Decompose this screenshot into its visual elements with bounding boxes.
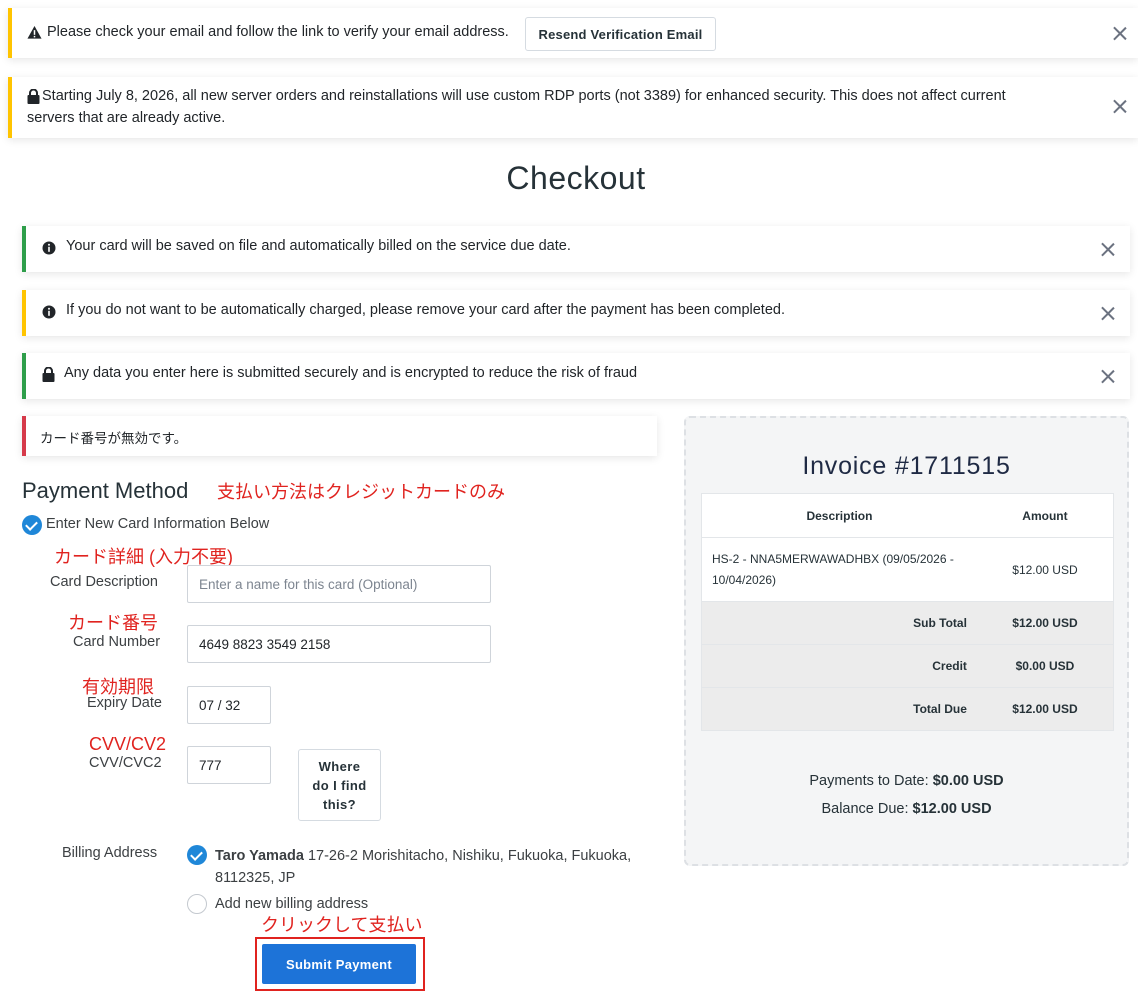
close-icon[interactable] — [1113, 99, 1127, 113]
close-icon[interactable] — [1101, 369, 1115, 383]
new-card-radio[interactable] — [22, 515, 42, 535]
balance-due-value: $12.00 USD — [912, 801, 992, 817]
balance-due-label: Balance Due: — [821, 801, 909, 817]
total-due-label: Total Due — [701, 687, 977, 731]
cvv-label: CVV/CVC2 — [89, 755, 162, 771]
info-icon — [42, 241, 56, 255]
card-description-label: Card Description — [50, 574, 158, 590]
invoice-header-row: Description Amount — [701, 493, 1114, 538]
rdp-notice-line2: servers that are already active. — [27, 110, 226, 126]
warning-icon — [27, 25, 42, 39]
verify-email-message: Please check your email and follow the l… — [47, 24, 509, 40]
cvv-help-button[interactable]: Where do I find this? — [298, 749, 381, 821]
new-address-radio[interactable] — [187, 894, 207, 914]
cvv-input[interactable]: 777 — [187, 746, 271, 784]
billing-address-option: Taro Yamada 17-26-2 Morishitacho, Nishik… — [215, 845, 645, 889]
lock-icon — [27, 89, 40, 104]
invoice-table: Description Amount HS-2 - NNA5MERWAWADHB… — [701, 493, 1114, 731]
billing-address-line2: 8112325, JP — [215, 870, 296, 886]
column-header-amount: Amount — [976, 493, 1114, 538]
annotation-submit: クリックして支払い — [261, 915, 423, 935]
invoice-title: Invoice #1711515 — [802, 452, 1011, 480]
new-card-option-label: Enter New Card Information Below — [46, 516, 270, 532]
balance-due: Balance Due: $12.00 USD — [686, 801, 1127, 817]
invoice-item-description: HS-2 - NNA5MERWAWADHBX (09/05/2026 - 10/… — [701, 537, 977, 602]
submit-payment-button[interactable]: Submit Payment — [262, 944, 416, 984]
rdp-notice-notification: Starting July 8, 2026, all new server or… — [8, 77, 1138, 138]
payments-to-date: Payments to Date: $0.00 USD — [686, 773, 1127, 789]
item-description-line1: HS-2 - NNA5MERWAWADHBX (09/05/2026 - — [712, 551, 954, 566]
lock-icon — [42, 367, 55, 382]
alert-text: If you do not want to be automatically c… — [66, 302, 785, 318]
payment-method-heading: Payment Method — [22, 478, 189, 503]
cvv-help-line1: Where — [318, 759, 361, 774]
existing-address-radio[interactable] — [187, 845, 207, 865]
card-number-input[interactable]: 4649 8823 3549 2158 — [187, 625, 491, 663]
card-number-label: Card Number — [73, 634, 161, 650]
close-icon[interactable] — [1113, 26, 1127, 40]
invoice-item-amount: $12.00 USD — [976, 537, 1114, 602]
billing-name: Taro Yamada — [215, 848, 304, 864]
resend-verification-button[interactable]: Resend Verification Email — [525, 17, 716, 51]
cvv-help-line3: this? — [322, 797, 357, 812]
remove-card-alert: If you do not want to be automatically c… — [22, 290, 1130, 336]
page-title: Checkout — [506, 160, 646, 196]
column-header-description: Description — [701, 493, 977, 538]
item-description-line2: 10/04/2026) — [712, 572, 777, 587]
billing-address-label: Billing Address — [62, 845, 158, 861]
expiry-date-label: Expiry Date — [87, 695, 162, 711]
card-error-text: カード番号が無効です。 — [40, 431, 188, 446]
card-error-alert: カード番号が無効です。 — [22, 416, 657, 456]
expiry-date-input[interactable]: 07 / 32 — [187, 686, 271, 724]
close-icon[interactable] — [1101, 306, 1115, 320]
verify-email-notification: Please check your email and follow the l… — [8, 8, 1138, 58]
close-icon[interactable] — [1101, 242, 1115, 256]
auto-billing-alert: Your card will be saved on file and auto… — [22, 226, 1130, 272]
sub-total-value: $12.00 USD — [976, 601, 1114, 645]
secure-data-alert: Any data you enter here is submitted sec… — [22, 353, 1130, 399]
sub-total-label: Sub Total — [701, 601, 977, 645]
total-due-value: $12.00 USD — [976, 687, 1114, 731]
new-address-option-label: Add new billing address — [215, 896, 369, 912]
credit-value: $0.00 USD — [976, 644, 1114, 688]
total-due-row: Total Due $12.00 USD — [701, 687, 1114, 731]
annotation-payment-method: 支払い方法はクレジットカードのみ — [217, 482, 505, 502]
info-icon — [42, 305, 56, 319]
annotation-card-number: カード番号 — [68, 613, 158, 633]
alert-text: Any data you enter here is submitted sec… — [64, 365, 638, 381]
payments-to-date-value: $0.00 USD — [932, 773, 1004, 789]
table-row: HS-2 - NNA5MERWAWADHBX (09/05/2026 - 10/… — [701, 537, 1114, 602]
credit-label: Credit — [701, 644, 977, 688]
invoice-panel: Invoice #1711515 Description Amount HS-2… — [684, 416, 1129, 866]
payments-to-date-label: Payments to Date: — [809, 773, 929, 789]
credit-row: Credit $0.00 USD — [701, 644, 1114, 688]
annotation-cvv: CVV/CV2 — [89, 734, 167, 754]
sub-total-row: Sub Total $12.00 USD — [701, 601, 1114, 645]
rdp-notice-line1: Starting July 8, 2026, all new server or… — [42, 88, 1006, 104]
billing-address-line1: 17-26-2 Morishitacho, Nishiku, Fukuoka, … — [307, 848, 632, 864]
alert-text: Your card will be saved on file and auto… — [66, 238, 571, 254]
card-description-input[interactable]: Enter a name for this card (Optional) — [187, 565, 491, 603]
cvv-help-line2: do I find — [312, 778, 367, 793]
